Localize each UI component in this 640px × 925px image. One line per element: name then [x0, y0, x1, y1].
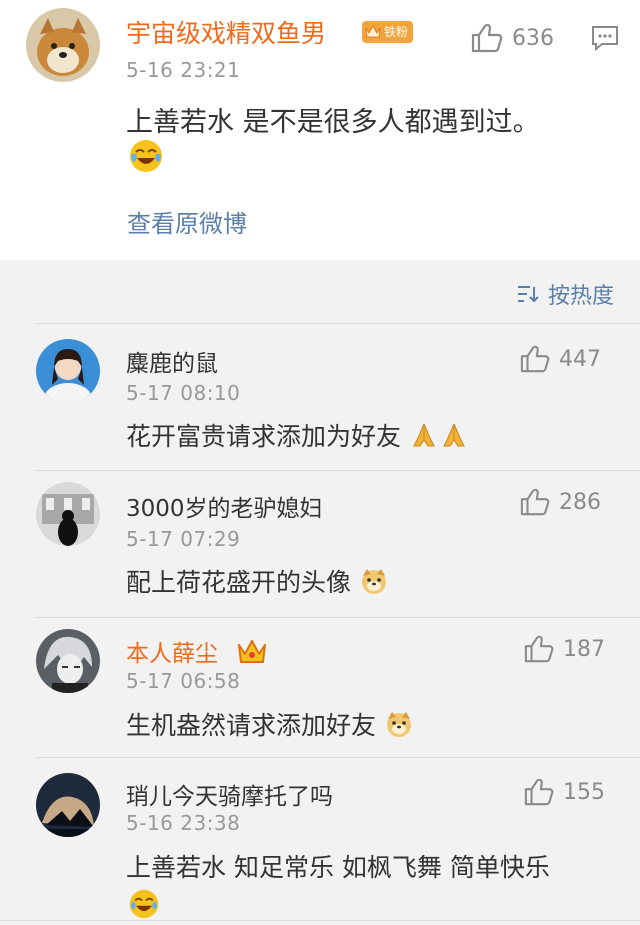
comment-text-content: 配上荷花盛开的头像	[126, 568, 352, 597]
thumbs-up-icon	[524, 635, 554, 663]
like-count: 155	[563, 779, 605, 805]
comment-text-content: 花开富贵请求添加为好友	[126, 422, 402, 451]
avatar[interactable]	[36, 629, 100, 693]
laugh-cry-icon	[128, 888, 160, 924]
fan-badge: 铁粉	[362, 21, 414, 43]
divider	[36, 323, 640, 324]
avatar[interactable]	[36, 339, 100, 403]
comment-text: 生机盎然请求添加好友	[126, 706, 414, 745]
username[interactable]: 宇宙级戏精双鱼男	[126, 14, 326, 50]
timestamp: 5-16 23:21	[126, 58, 241, 82]
laugh-cry-icon	[128, 138, 164, 178]
vip-crown-icon	[236, 636, 268, 670]
divider	[36, 617, 640, 618]
like-button[interactable]: 187	[523, 634, 605, 664]
main-comment: 宇宙级戏精双鱼男 铁粉 636 5-16 23:21 上善若水 是不是很多人都遇…	[0, 0, 640, 260]
divider	[0, 920, 640, 921]
sort-icon	[517, 286, 539, 303]
pray-icon	[409, 420, 439, 456]
comment-text: 上善若水 知足常乐 如枫飞舞 简单快乐	[126, 853, 550, 882]
thumbs-up-icon	[520, 488, 550, 516]
username[interactable]: 本人薛尘	[126, 634, 218, 668]
like-count: 286	[559, 489, 601, 515]
comment-text: 花开富贵请求添加为好友	[126, 417, 469, 456]
timestamp: 5-16 23:38	[126, 811, 241, 835]
sort-button[interactable]: 按热度	[516, 278, 614, 310]
comment-text: 配上荷花盛开的头像	[126, 563, 389, 602]
thumbs-up-icon	[520, 345, 550, 373]
thumbs-up-icon	[524, 778, 554, 806]
view-original-link[interactable]: 查看原微博	[127, 204, 247, 239]
avatar[interactable]	[26, 8, 100, 82]
comment-text-content: 生机盎然请求添加好友	[126, 711, 377, 740]
username[interactable]: 琑儿今天骑摩托了吗	[126, 777, 333, 811]
doge-icon	[359, 566, 389, 602]
thumbs-up-icon	[471, 23, 503, 53]
username[interactable]: 麋鹿的鼠	[126, 344, 218, 378]
pray-icon	[439, 420, 469, 456]
comment-icon[interactable]	[590, 24, 620, 56]
divider	[36, 470, 640, 471]
like-count: 636	[512, 25, 554, 51]
avatar[interactable]	[36, 482, 100, 546]
crown-icon	[365, 24, 381, 38]
timestamp: 5-17 08:10	[126, 381, 241, 405]
timestamp: 5-17 06:58	[126, 669, 241, 693]
like-button[interactable]: 636	[470, 22, 554, 54]
doge-icon	[384, 709, 414, 745]
like-button[interactable]: 155	[523, 777, 605, 807]
divider	[36, 757, 640, 758]
like-button[interactable]: 447	[519, 344, 601, 374]
like-button[interactable]: 286	[519, 487, 601, 517]
sort-label: 按热度	[547, 284, 614, 309]
avatar[interactable]	[36, 773, 100, 837]
timestamp: 5-17 07:29	[126, 527, 241, 551]
username[interactable]: 3000岁的老驴媳妇	[126, 489, 323, 523]
comment-text: 上善若水 是不是很多人都遇到过。	[126, 107, 540, 138]
like-count: 447	[559, 346, 601, 372]
badge-label: 铁粉	[384, 25, 409, 39]
like-count: 187	[563, 636, 605, 662]
